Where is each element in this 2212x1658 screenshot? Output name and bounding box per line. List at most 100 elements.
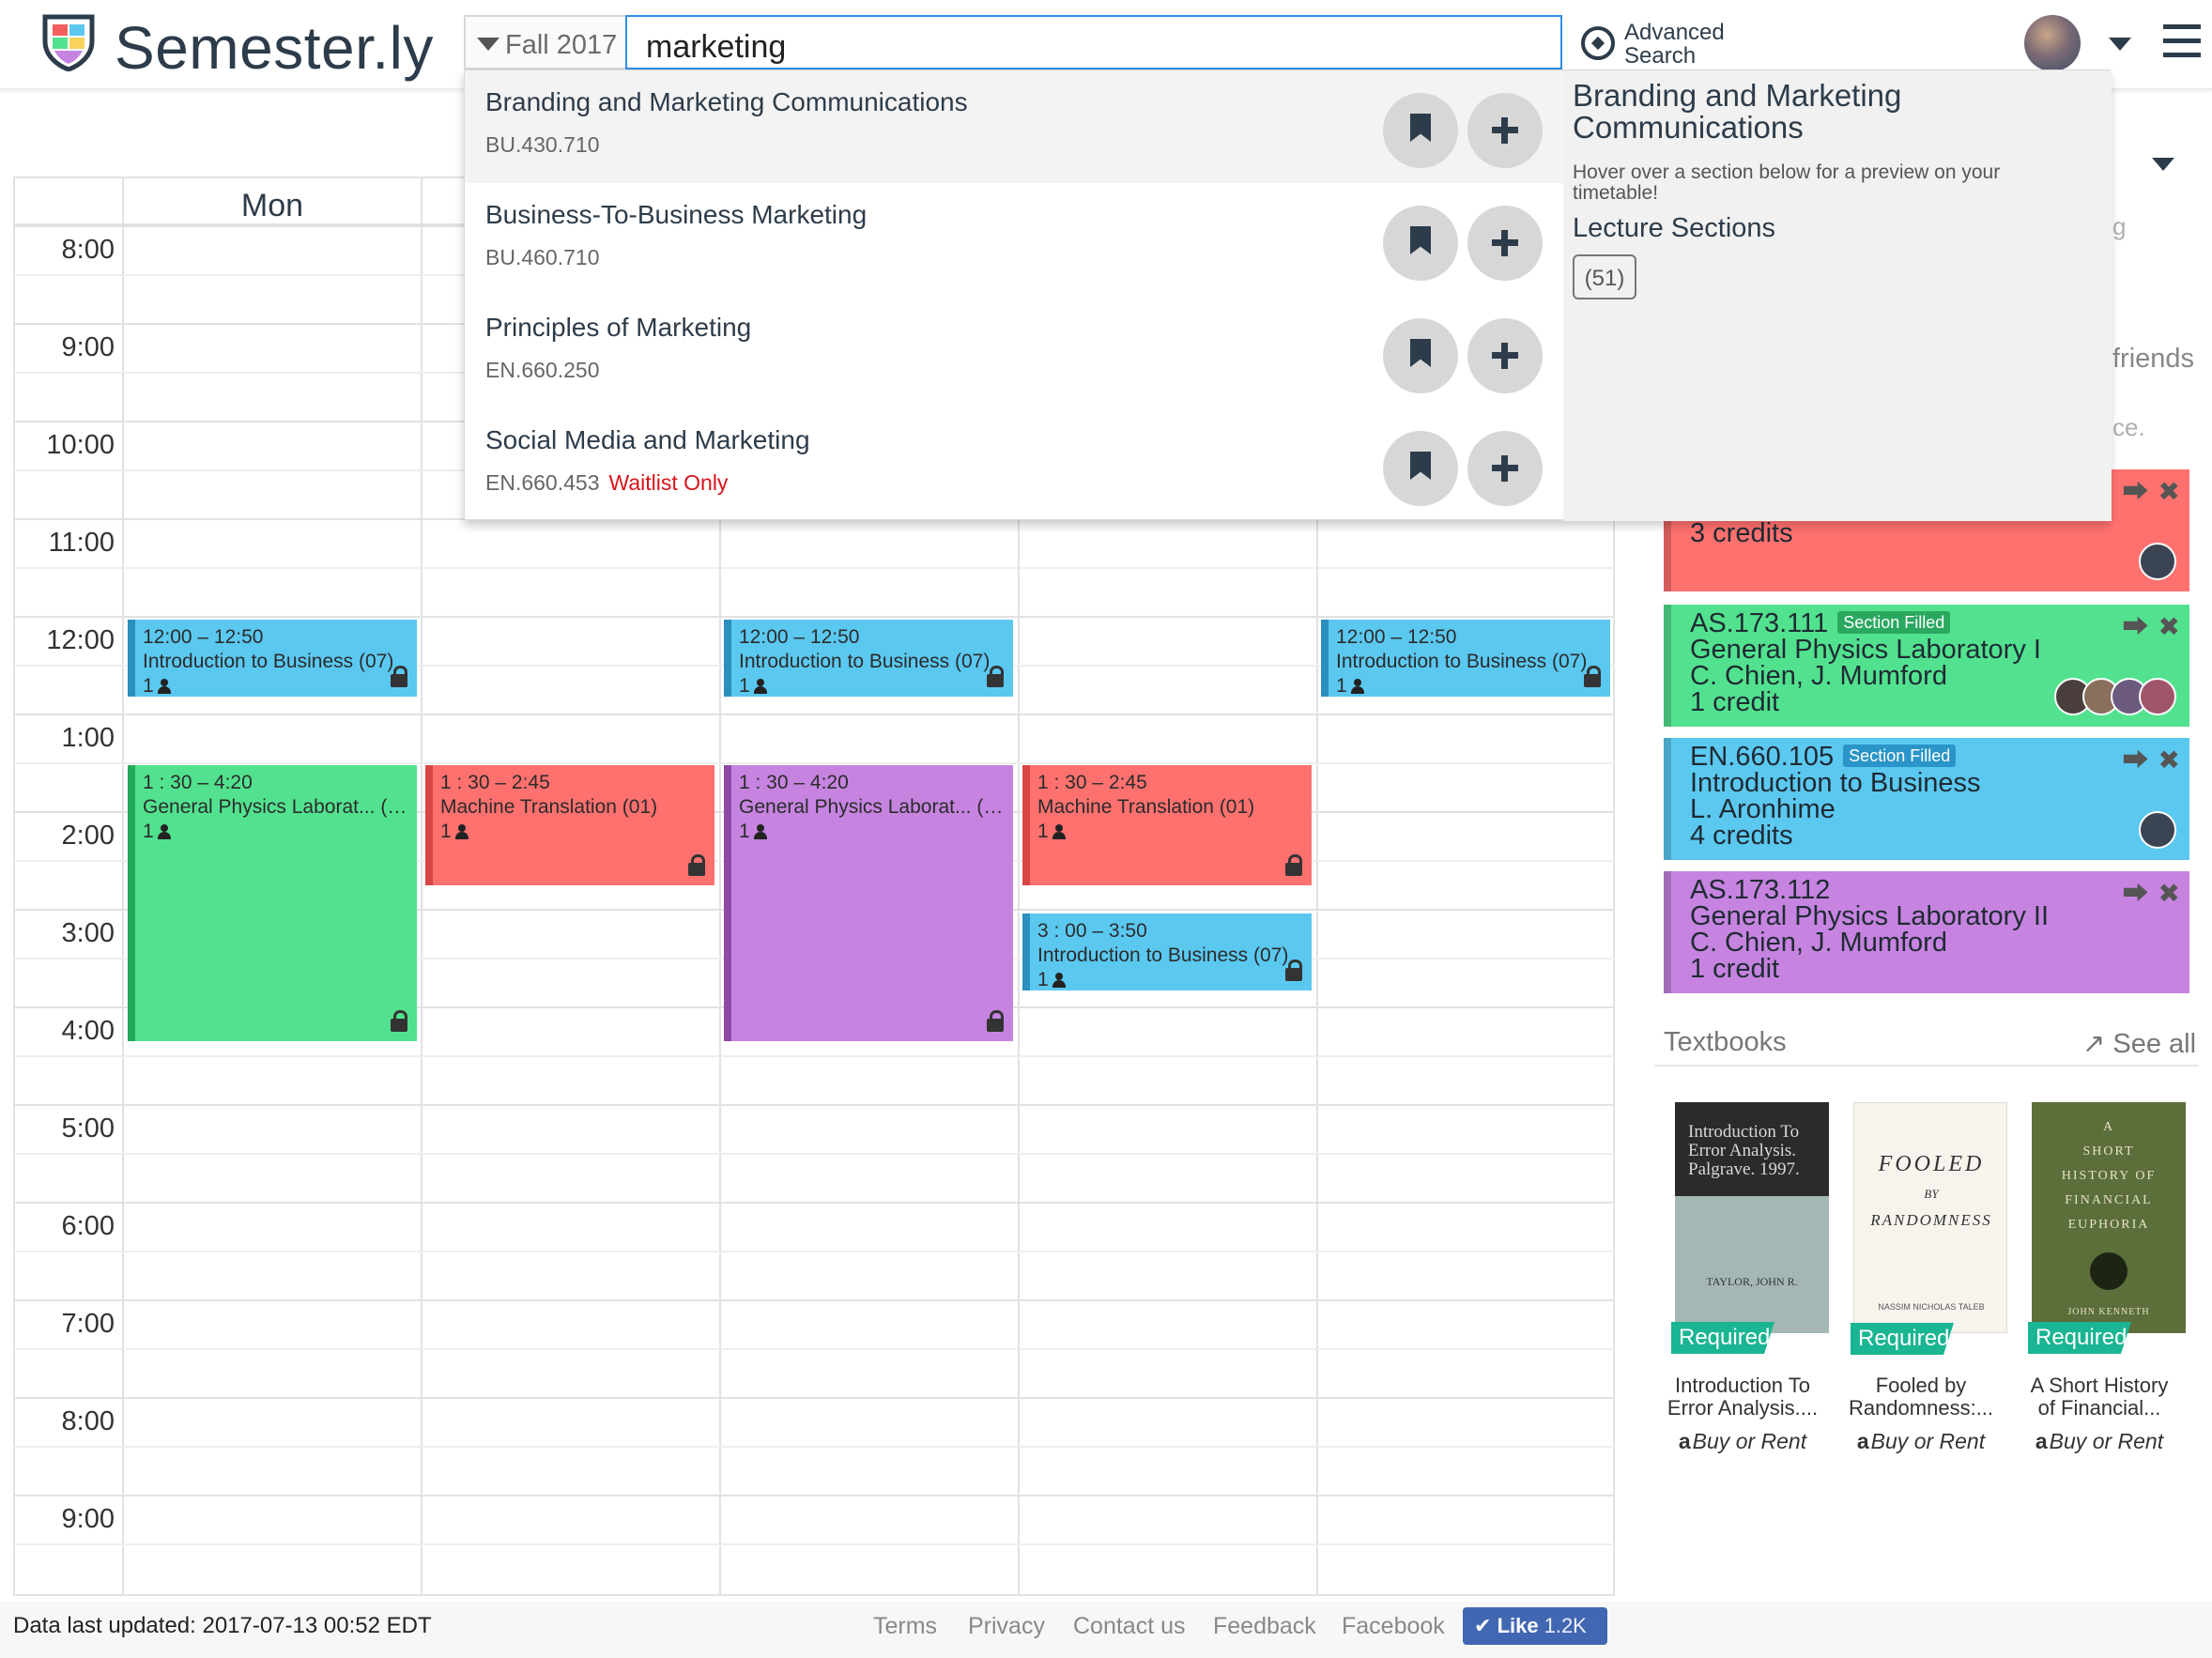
- result-course-code: BU.430.710: [485, 132, 600, 157]
- person-icon: [157, 824, 171, 839]
- buy-or-rent-link[interactable]: aBuy or Rent: [1658, 1429, 1827, 1454]
- textbook-cover[interactable]: A SHORT HISTORY OF FINANCIAL EUPHORIA JO…: [2028, 1102, 2186, 1354]
- cover-text: Introduction To: [1688, 1122, 1800, 1142]
- half-hour-gridline: [13, 1446, 1615, 1448]
- calendar-column-divider: [122, 177, 124, 1596]
- calendar-slot-intro-business-wed[interactable]: 12:00 – 12:50 Introduction to Business (…: [724, 620, 1013, 697]
- lock-icon[interactable]: [688, 854, 705, 878]
- calendar-slot-intro-business-mon[interactable]: 12:00 – 12:50 Introduction to Business (…: [128, 620, 417, 697]
- add-course-button[interactable]: [1467, 206, 1543, 281]
- buy-or-rent-link[interactable]: aBuy or Rent: [1836, 1429, 2005, 1454]
- friend-avatar[interactable]: [2139, 811, 2176, 849]
- add-course-button[interactable]: [1467, 318, 1543, 393]
- person-icon: [1052, 824, 1066, 839]
- half-hour-gridline: [13, 1543, 1615, 1545]
- course-card-physics-lab-1[interactable]: AS.173.111 Section Filled General Physics…: [1664, 605, 2189, 727]
- data-updated-text: Data last updated: 2017-07-13 00:52 EDT: [13, 1613, 432, 1638]
- lock-icon[interactable]: [1584, 666, 1601, 689]
- lock-icon[interactable]: [391, 1010, 407, 1034]
- share-icon[interactable]: ⮕: [2123, 745, 2149, 775]
- remove-course-close-icon[interactable]: ✖: [2158, 477, 2180, 506]
- user-avatar[interactable]: [2024, 15, 2081, 71]
- textbook-cover[interactable]: FOOLED BY RANDOMNESS NASSIM NICHOLAS TAL…: [1851, 1102, 2007, 1355]
- remove-course-close-icon[interactable]: ✖: [2158, 745, 2180, 775]
- semester-select[interactable]: Fall 2017: [464, 15, 625, 69]
- check-icon: ✔: [1474, 1614, 1492, 1637]
- calendar-column-divider: [421, 177, 422, 1596]
- slot-section: (07): [954, 651, 991, 672]
- slot-time: 1 : 30 – 2:45: [1037, 772, 1147, 793]
- save-course-bookmark-button[interactable]: [1383, 206, 1458, 281]
- brand-name[interactable]: Semester.ly: [115, 13, 434, 83]
- calendar-slot-intro-business-thu[interactable]: 3 : 00 – 3:50 Introduction to Business (…: [1022, 913, 1312, 990]
- calendar-slot-intro-business-fri[interactable]: 12:00 – 12:50 Introduction to Business (…: [1321, 620, 1610, 697]
- share-icon[interactable]: ⮕: [2123, 612, 2149, 641]
- course-title: General Physics Laboratory I: [1690, 635, 2041, 665]
- lock-icon[interactable]: [987, 1010, 1004, 1034]
- see-all-textbooks-link[interactable]: ↗ See all: [2082, 1027, 2196, 1060]
- search-result-item[interactable]: Principles of Marketing EN.660.250: [465, 296, 1563, 408]
- remove-course-close-icon[interactable]: ✖: [2158, 612, 2180, 641]
- bookmark-icon: [1410, 452, 1431, 480]
- section-chip[interactable]: (51): [1573, 254, 1636, 299]
- slot-enrolled-count: 1: [1336, 675, 1347, 697]
- cover-text: BY: [1924, 1187, 1939, 1201]
- time-label: 6:00: [61, 1211, 115, 1241]
- slot-time: 1 : 30 – 4:20: [143, 772, 253, 793]
- calendar-slot-physics-lab-wed[interactable]: 1 : 30 – 4:20 General Physics Laborat...…: [724, 765, 1013, 1041]
- lock-icon[interactable]: [1285, 959, 1302, 983]
- result-course-code: EN.660.250: [485, 358, 600, 382]
- add-course-button[interactable]: [1467, 431, 1543, 506]
- friend-avatar[interactable]: [2139, 678, 2176, 715]
- course-search-input[interactable]: [625, 15, 1562, 69]
- save-course-bookmark-button[interactable]: [1383, 431, 1458, 506]
- lock-icon[interactable]: [391, 666, 407, 689]
- cover-author: JOHN KENNETH: [2067, 1307, 2150, 1317]
- course-credits: 4 credits: [1690, 821, 1793, 851]
- time-label: 9:00: [61, 1504, 115, 1534]
- course-card-intro-business[interactable]: EN.660.105 Section Filled Introduction to…: [1664, 738, 2189, 860]
- course-instructor: C. Chien, J. Mumford: [1690, 928, 1947, 958]
- hour-gridline: [13, 1202, 1615, 1204]
- footer-link-privacy[interactable]: Privacy: [968, 1613, 1045, 1640]
- search-result-item[interactable]: Branding and Marketing Communications BU…: [465, 70, 1563, 183]
- calendar-slot-machine-translation-tue[interactable]: 1 : 30 – 2:45 Machine Translation (01) 1: [425, 765, 714, 885]
- slot-section: (01): [380, 796, 416, 818]
- calendar-slot-physics-lab-mon[interactable]: 1 : 30 – 4:20 General Physics Laborat...…: [128, 765, 417, 1041]
- hour-gridline: [13, 1495, 1615, 1497]
- footer-link-facebook[interactable]: Facebook: [1342, 1613, 1445, 1640]
- share-icon[interactable]: ⮕: [2123, 477, 2149, 506]
- compass-icon: [1581, 26, 1615, 60]
- sidebar-chevron-down-icon[interactable]: [2152, 158, 2174, 171]
- slot-enrolled-count: 1: [143, 675, 154, 697]
- buy-or-rent-link[interactable]: aBuy or Rent: [2015, 1429, 2184, 1454]
- hamburger-menu-icon[interactable]: [2163, 24, 2201, 62]
- footer-link-feedback[interactable]: Feedback: [1213, 1613, 1316, 1640]
- course-card-physics-lab-2[interactable]: AS.173.112 General Physics Laboratory II…: [1664, 871, 2189, 993]
- save-course-bookmark-button[interactable]: [1383, 318, 1458, 393]
- required-badge: Required: [2028, 1322, 2131, 1354]
- search-result-item[interactable]: Social Media and Marketing EN.660.453 Wai…: [465, 408, 1563, 521]
- share-icon[interactable]: ⮕: [2123, 879, 2149, 908]
- semesterly-logo-icon[interactable]: [41, 13, 96, 71]
- calendar-slot-machine-translation-thu[interactable]: 1 : 30 – 2:45 Machine Translation (01) 1: [1022, 765, 1312, 885]
- cover-text: RANDOMNESS: [1870, 1211, 1992, 1229]
- footer-link-contact[interactable]: Contact us: [1073, 1613, 1186, 1640]
- half-hour-gridline: [13, 1251, 1615, 1252]
- lock-icon[interactable]: [1285, 854, 1302, 878]
- slot-time: 1 : 30 – 4:20: [739, 772, 849, 793]
- save-course-bookmark-button[interactable]: [1383, 93, 1458, 168]
- footer-link-terms[interactable]: Terms: [873, 1613, 937, 1640]
- slot-title: General Physics Laborat...: [739, 796, 972, 818]
- add-course-button[interactable]: [1467, 93, 1543, 168]
- see-all-label: See all: [2112, 1029, 2197, 1059]
- user-menu-chevron-down-icon[interactable]: [2109, 38, 2131, 51]
- textbook-cover[interactable]: Introduction To Error Analysis. Palgrave…: [1671, 1102, 1829, 1354]
- friend-avatar[interactable]: [2139, 543, 2176, 580]
- search-result-item[interactable]: Business-To-Business Marketing BU.460.71…: [465, 183, 1563, 296]
- slot-enrolled-count: 1: [739, 821, 750, 842]
- facebook-like-button[interactable]: ✔ Like 1.2K: [1463, 1607, 1607, 1645]
- lock-icon[interactable]: [987, 666, 1004, 689]
- remove-course-close-icon[interactable]: ✖: [2158, 879, 2180, 908]
- required-badge: Required: [1851, 1323, 1954, 1355]
